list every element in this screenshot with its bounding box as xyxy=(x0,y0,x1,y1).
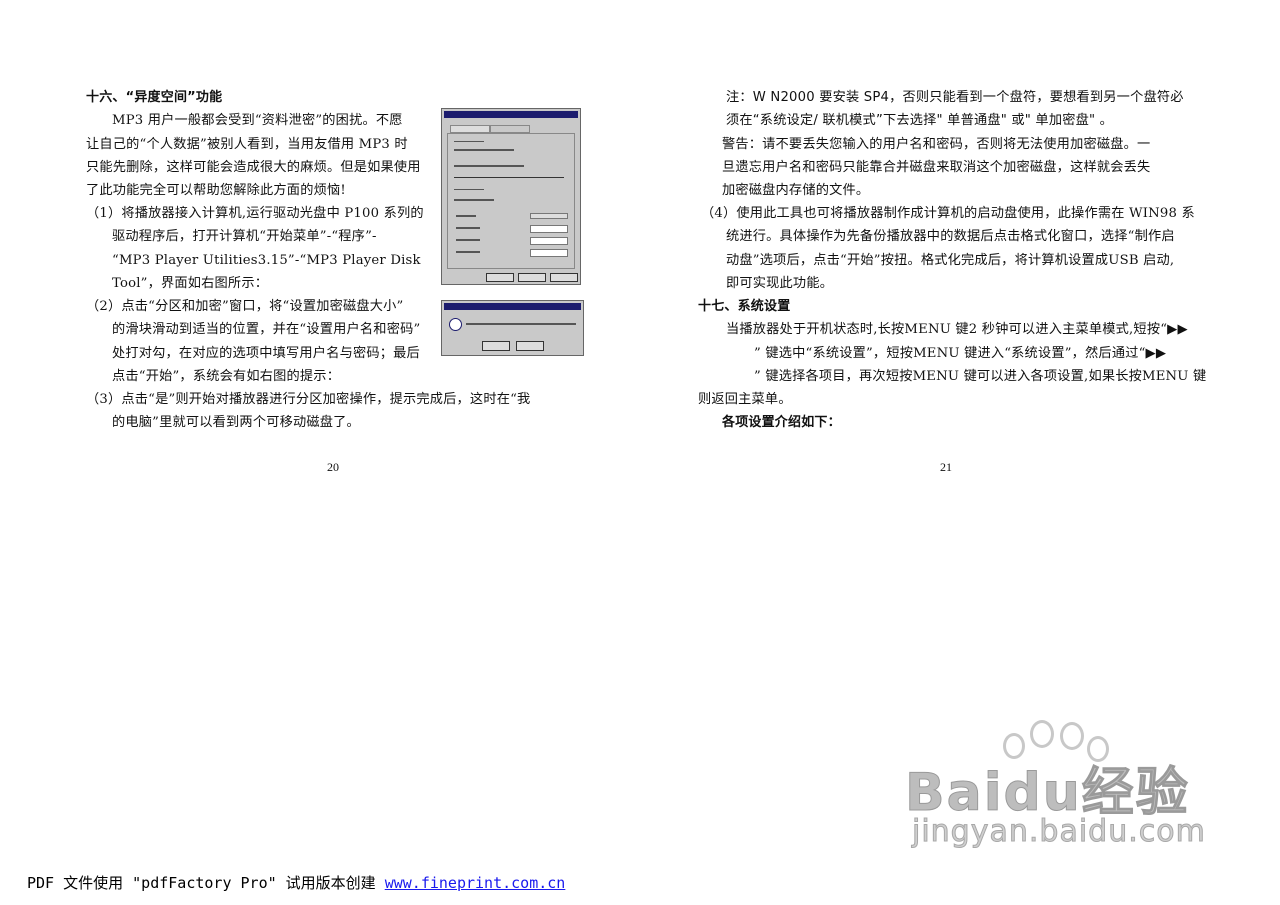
step-1-line: 驱动程序后，打开计算机“开始菜单”-“程序”- xyxy=(112,229,377,244)
step-3-line: （3）点击“是”则开始对播放器进行分区加密操作，提示完成后，这时在“我 xyxy=(86,392,531,407)
warning-line: 警告：请不要丢失您输入的用户名和密码，否则将无法使用加密磁盘。一 xyxy=(722,137,1151,152)
paragraph-line: 只能先删除，这样可能会造成很大的麻烦。但是如果使用 xyxy=(86,160,421,175)
disk-tool-screenshot xyxy=(441,108,581,285)
step-1-line: （1）将播放器接入计算机,运行驱动光盘中 P100 系列的 xyxy=(86,206,424,221)
step-2-line: 的滑块滑动到适当的位置，并在“设置用户名和密码” xyxy=(112,322,421,337)
step-1-line: “MP3 Player Utilities3.15”-“MP3 Player D… xyxy=(112,253,421,268)
paragraph-line: ” 键选择各项目，再次短按MENU 键可以进入各项设置,如果长按MENU 键 xyxy=(754,369,1207,384)
step-2-line: 处打对勾，在对应的选项中填写用户名与密码；最后 xyxy=(112,346,420,361)
page-number: 21 xyxy=(940,460,952,474)
footer-link[interactable]: www.fineprint.com.cn xyxy=(385,874,566,892)
step-4-line: 即可实现此功能。 xyxy=(726,276,834,291)
settings-intro: 各项设置介绍如下： xyxy=(722,415,841,430)
paragraph-line: 则返回主菜单。 xyxy=(698,392,792,407)
step-4-line: 统进行。具体操作为先备份播放器中的数据后点击格式化窗口，选择“制作启 xyxy=(726,229,1175,244)
step-2-line: （2）点击“分区和加密”窗口，将“设置加密磁盘大小” xyxy=(86,299,404,314)
step-4-line: 动盘”选项后，点击“开始”按扭。格式化完成后，将计算机设置成USB 启动, xyxy=(726,253,1175,268)
paragraph-line: MP3 用户一般都会受到“资料泄密”的困扰。不愿 xyxy=(112,113,403,128)
warning-line: 加密磁盘内存储的文件。 xyxy=(722,183,870,198)
pdf-footer: PDF 文件使用 "pdfFactory Pro" 试用版本创建 www.fin… xyxy=(27,872,565,893)
step-1-line: Tool”，界面如右图所示： xyxy=(112,276,269,291)
paragraph-line: 当播放器处于开机状态时,长按MENU 键2 秒钟可以进入主菜单模式,短按“▶▶ xyxy=(726,322,1188,337)
paragraph-line: 让自己的“个人数据”被别人看到，当用友借用 MP3 时 xyxy=(86,137,408,152)
warning-line: 旦遗忘用户名和密码只能靠合并磁盘来取消这个加密磁盘，这样就会丢失 xyxy=(722,160,1151,175)
step-2-line: 点击“开始”，系统会有如右图的提示： xyxy=(112,369,341,384)
confirm-dialog-screenshot xyxy=(441,300,584,356)
step-4-line: （4）使用此工具也可将播放器制作成计算机的启动盘使用，此操作需在 WIN98 系 xyxy=(701,206,1195,221)
left-page: 十六、“异度空间”功能 MP3 用户一般都会受到“资料泄密”的困扰。不愿 让自己… xyxy=(0,0,640,905)
note-line: 须在“系统设定/ 联机模式”下去选择" 单普通盘" 或" 单加密盘" 。 xyxy=(726,113,1114,128)
section-heading-17: 十七、系统设置 xyxy=(698,299,791,314)
question-icon xyxy=(449,318,462,331)
section-heading-16: 十六、“异度空间”功能 xyxy=(86,90,223,105)
page-number: 20 xyxy=(327,460,339,474)
footer-text: PDF 文件使用 "pdfFactory Pro" 试用版本创建 xyxy=(27,874,385,892)
watermark-url: jingyan.baidu.com xyxy=(912,814,1206,850)
note-line: 注：W N2000 要安装 SP4，否则只能看到一个盘符，要想看到另一个盘符必 xyxy=(726,90,1184,105)
step-3-line: 的电脑”里就可以看到两个可移动磁盘了。 xyxy=(112,415,360,430)
paragraph-line: ” 键选中“系统设置”，短按MENU 键进入“系统设置”，然后通过“▶▶ xyxy=(754,346,1167,361)
paragraph-line: 了此功能完全可以帮助您解除此方面的烦恼! xyxy=(86,183,346,198)
